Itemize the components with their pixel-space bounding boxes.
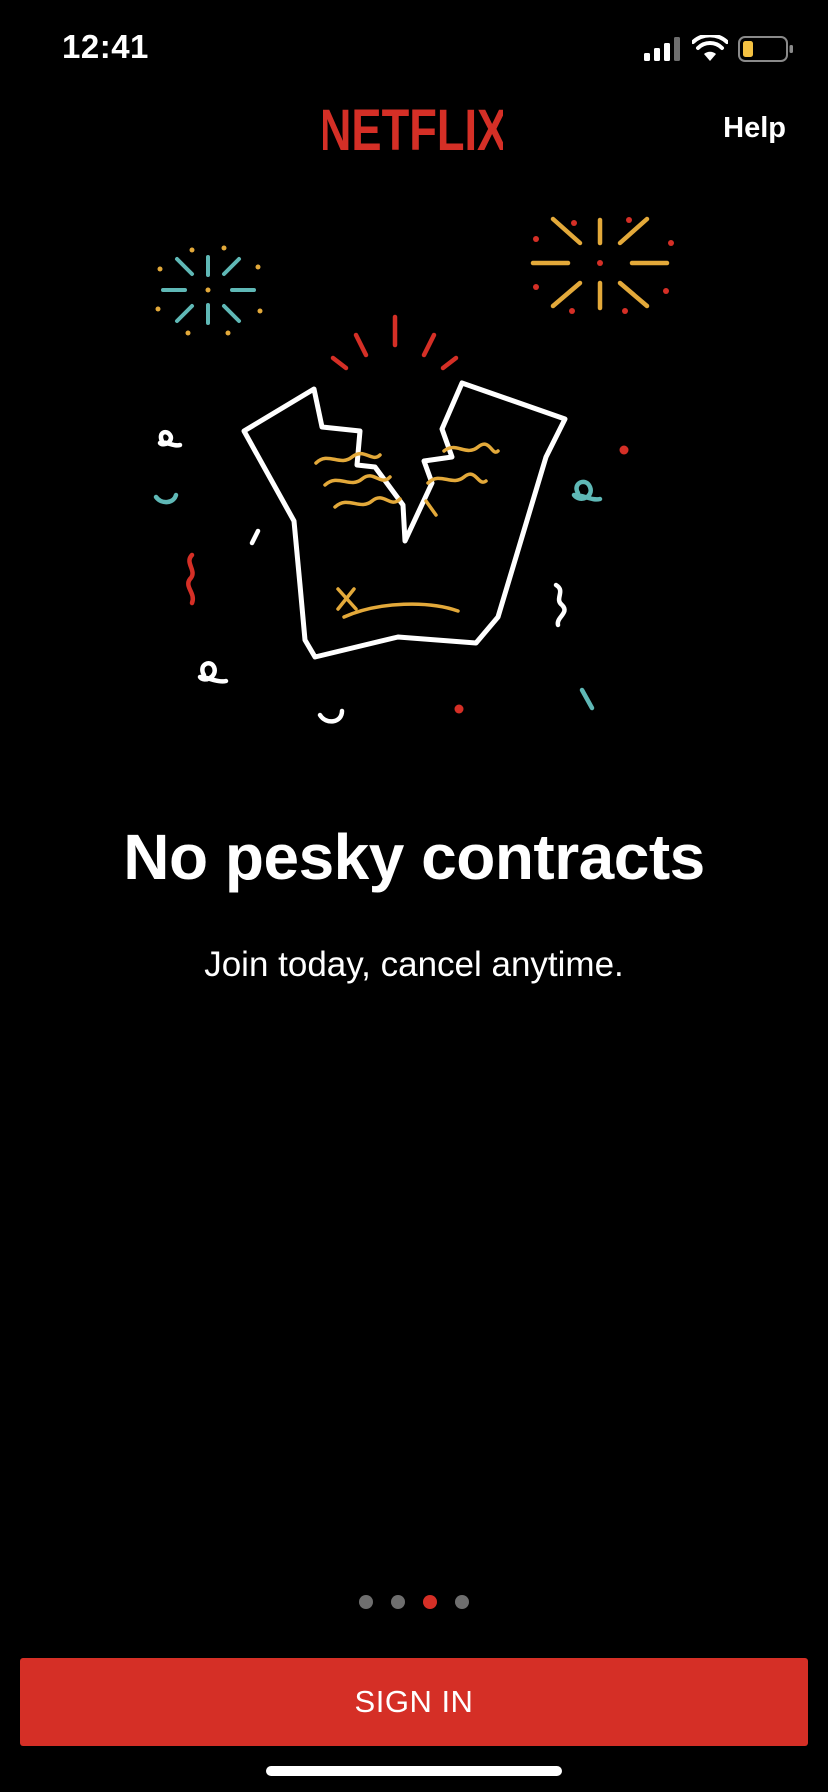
- page-dot-1[interactable]: [359, 1595, 373, 1609]
- onboarding-subline: Join today, cancel anytime.: [204, 945, 624, 984]
- signal-icon: [644, 37, 680, 61]
- red-burst-icon: [330, 314, 459, 371]
- torn-contract-illustration: [153, 216, 674, 724]
- home-indicator[interactable]: [266, 1766, 562, 1776]
- logo-text: NETFLIX: [323, 100, 503, 156]
- page-dot-2[interactable]: [391, 1595, 405, 1609]
- status-bar: 12:41: [0, 0, 828, 100]
- sign-in-button[interactable]: SIGN IN: [20, 1658, 808, 1746]
- torn-contract-icon: [241, 380, 568, 660]
- status-icons: [642, 34, 794, 64]
- wifi-icon: [692, 35, 728, 61]
- page-dot-3-active[interactable]: [423, 1595, 437, 1609]
- battery-icon: [738, 36, 793, 62]
- page-indicator[interactable]: [0, 1595, 828, 1609]
- help-link[interactable]: Help: [723, 112, 786, 145]
- netflix-logo: NETFLIX: [323, 100, 503, 156]
- contract-scribble-icon: [314, 442, 500, 619]
- header: NETFLIX Help: [0, 100, 828, 170]
- status-time: 12:41: [62, 28, 149, 65]
- page-dot-4[interactable]: [455, 1595, 469, 1609]
- confetti-icon: [153, 429, 603, 724]
- onboarding-headline: No pesky contracts: [123, 821, 705, 893]
